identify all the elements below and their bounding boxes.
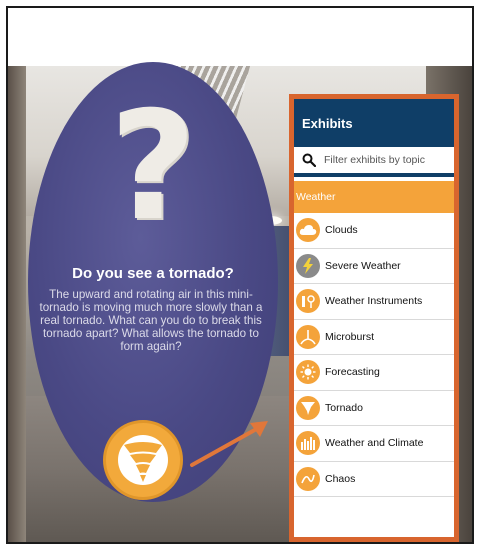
search-input[interactable] [324,154,444,166]
list-item-forecasting[interactable]: Forecasting [294,355,454,391]
tornado-badge [103,420,183,500]
lightning-icon [296,253,320,278]
cloud-icon [296,218,320,243]
list-item-clouds[interactable]: Clouds [294,213,454,249]
list-item-tornado[interactable]: Tornado [294,390,454,426]
search-bar[interactable] [294,147,454,177]
pointer-arrow-icon [190,421,268,467]
list-item-severe-weather[interactable]: Severe Weather [294,248,454,284]
question-mark-icon: ? [109,80,197,254]
search-icon [302,153,316,167]
bars-icon [296,431,320,456]
tornado-icon [296,395,320,420]
section-header-weather[interactable]: Weather [294,181,454,213]
sun-icon [296,360,320,385]
tornado-icon [118,435,168,485]
list-item-weather-instruments[interactable]: Weather Instruments [294,284,454,320]
top-bar [8,8,472,66]
sign-title: Do you see a tornado? [72,265,234,282]
list-item-chaos[interactable]: Chaos [294,461,454,497]
panel-title: Exhibits [294,99,454,147]
pillar [8,66,26,542]
chaos-icon [296,466,320,491]
list-item-microburst[interactable]: Microburst [294,319,454,355]
sign-body: The upward and rotating air in this mini… [39,288,263,353]
microburst-icon [296,324,320,349]
list-item-weather-and-climate[interactable]: Weather and Climate [294,426,454,462]
instruments-icon [296,289,320,314]
app-frame: ? Do you see a tornado? The upward and r… [6,6,474,544]
exhibits-panel: Exhibits Weather Clouds Severe Weather [289,94,459,542]
